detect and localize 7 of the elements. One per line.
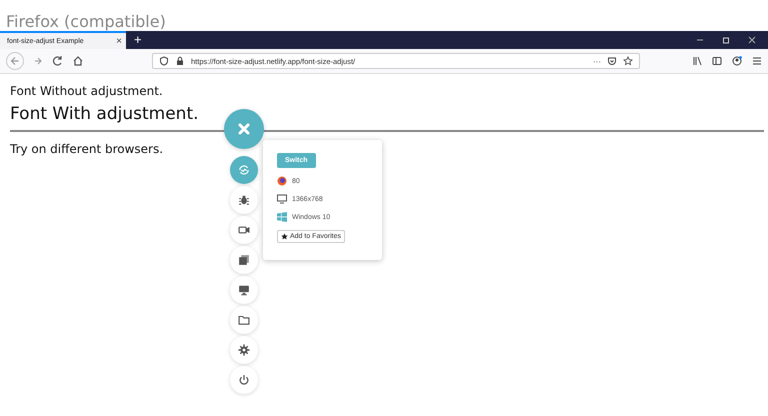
close-tab-icon[interactable]: × bbox=[116, 36, 122, 46]
page-text: Font With adjustment. bbox=[10, 104, 200, 124]
page-text: Try on different browsers. bbox=[10, 142, 164, 156]
page-text: Font Without adjustment. bbox=[10, 84, 164, 98]
page-heading: Firefox (compatible) bbox=[5, 11, 167, 31]
page-actions-button[interactable]: ··· bbox=[593, 56, 601, 66]
new-tab-button[interactable]: + bbox=[126, 31, 150, 49]
